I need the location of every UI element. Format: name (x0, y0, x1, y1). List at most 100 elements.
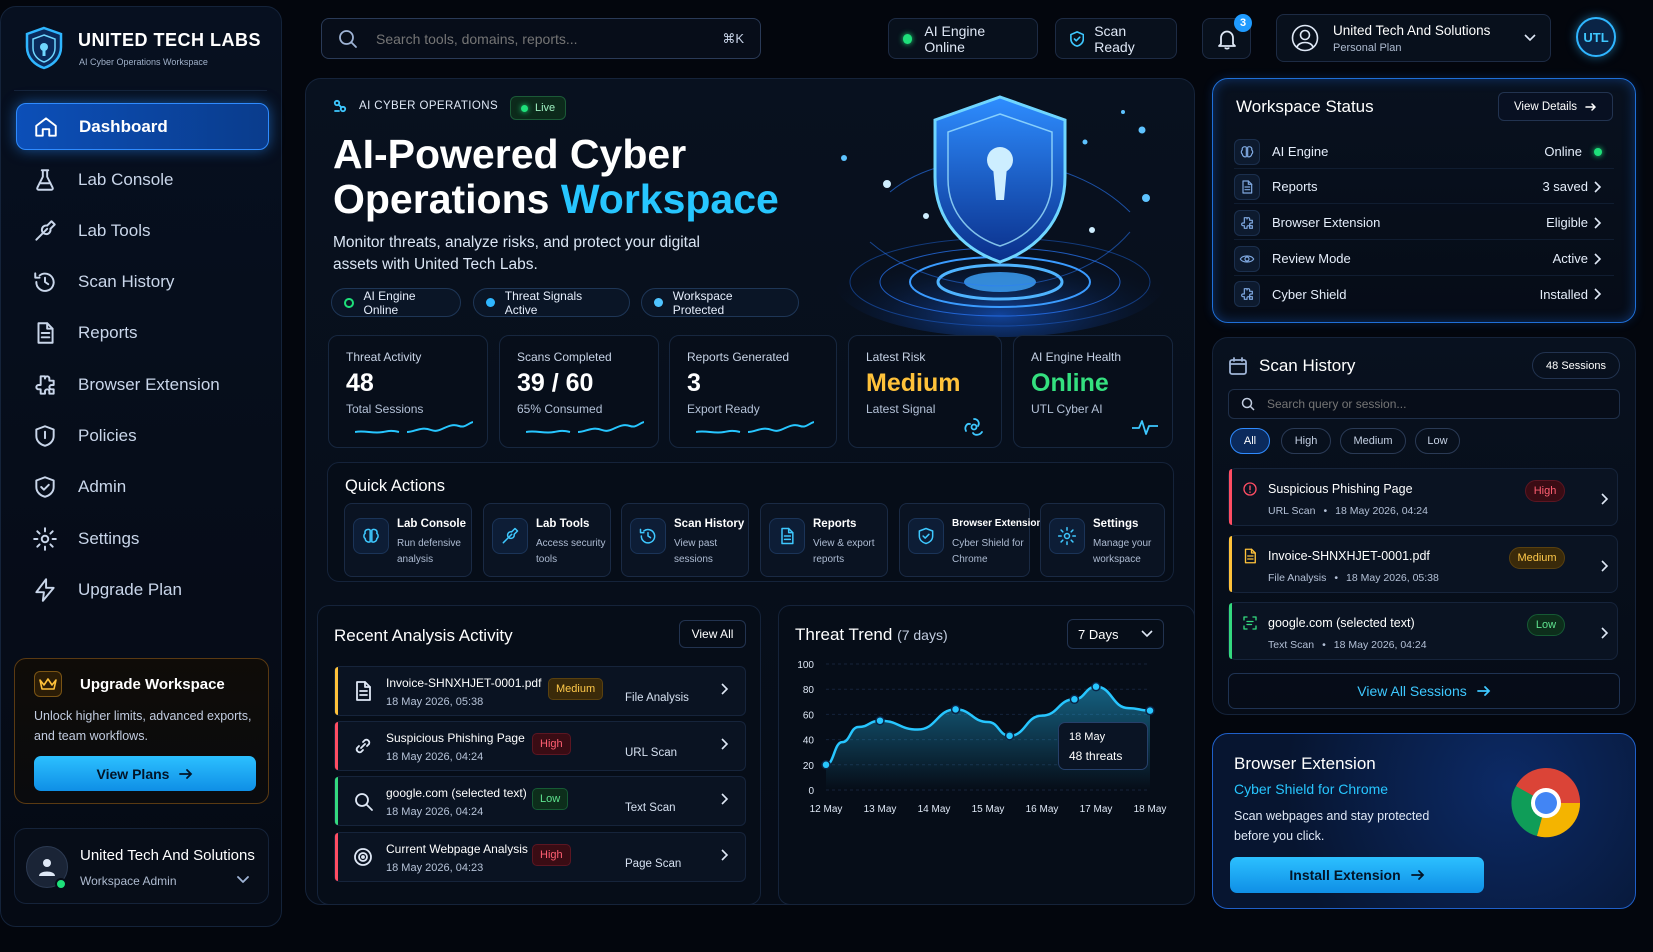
chip-ai-engine[interactable]: AI Engine Online (331, 288, 461, 317)
workspace-row[interactable]: Cyber Shield Installed (1234, 277, 1614, 311)
chevron-right-icon (721, 849, 729, 861)
tooltip-date: 18 May (1069, 731, 1106, 743)
activity-row[interactable]: Suspicious Phishing Page 18 May 2026, 04… (334, 721, 746, 771)
search-box[interactable]: ⌘K (321, 18, 761, 59)
quick-actions-title: Quick Actions (345, 477, 445, 495)
stat-reports-generated[interactable]: Reports Generated 3 Export Ready (669, 335, 837, 448)
scan-ready-status[interactable]: Scan Ready (1055, 18, 1177, 59)
view-details-button[interactable]: View Details (1498, 92, 1613, 121)
quick-action-icon (353, 518, 389, 554)
view-all-button[interactable]: View All (679, 620, 746, 648)
bolt-icon (35, 577, 55, 602)
scan-search-input[interactable] (1267, 397, 1587, 411)
sidebar-item-lab-console[interactable]: Lab Console (16, 156, 269, 203)
sidebar-item-scan-history[interactable]: Scan History (16, 258, 269, 305)
stat-scans-completed[interactable]: Scans Completed 39 / 60 65% Consumed (499, 335, 659, 448)
sidebar-item-policies[interactable]: Policies (16, 412, 269, 459)
sidebar-item-browser-extension[interactable]: Browser Extension (16, 361, 269, 408)
chip-label: Workspace Protected (672, 288, 733, 317)
workspace-row[interactable]: Review Mode Active (1234, 242, 1614, 276)
chip-threat-signals[interactable]: Threat Signals Active (473, 288, 630, 317)
quick-action-lab-tools[interactable]: Lab Tools Access security tools (483, 503, 611, 577)
scan-row[interactable]: google.com (selected text) Text Scan • 18 … (1228, 602, 1618, 660)
sidebar-item-settings[interactable]: Settings (16, 515, 269, 562)
brand-subtitle: AI Cyber Operations Workspace (79, 57, 208, 67)
stat-sub: 65% Consumed (517, 402, 603, 416)
gear-icon (1057, 526, 1077, 546)
hero-title: AI-Powered Cyber Operations Workspace (333, 132, 853, 222)
workspace-row[interactable]: AI Engine Online (1234, 135, 1614, 169)
bolt-icon (32, 577, 58, 603)
recent-activity-title: Recent Analysis Activity (334, 626, 513, 645)
target-icon (354, 848, 372, 866)
filter-low[interactable]: Low (1415, 428, 1460, 454)
filter-all[interactable]: All (1230, 428, 1270, 454)
install-extension-label: Install Extension (1289, 867, 1401, 883)
scan-title: Invoice-SHNXHJET-0001.pdf (1268, 549, 1430, 563)
activity-row[interactable]: google.com (selected text) 18 May 2026, … (334, 776, 746, 826)
filter-high[interactable]: High (1281, 428, 1331, 454)
home-icon (33, 114, 59, 140)
wrench-icon (35, 219, 56, 241)
quick-action-sub: Cyber Shield for Chrome (952, 538, 1024, 565)
account-menu[interactable]: United Tech And Solutions Personal Plan (1276, 14, 1551, 62)
quick-action-browser-extension[interactable]: Browser Extension Cyber Shield for Chrom… (899, 503, 1043, 577)
quick-action-scan-history[interactable]: Scan History View past sessions (621, 503, 749, 577)
tooltip-value: 48 threats (1069, 749, 1123, 763)
quick-action-lab-console[interactable]: Lab Console Run defensive analysis (344, 503, 472, 577)
quick-action-icon (492, 518, 528, 554)
hero-eyebrow: AI CYBER OPERATIONS (333, 99, 498, 113)
data-point (1145, 705, 1155, 716)
scan-row-icon (1241, 614, 1259, 632)
stat-latest-risk[interactable]: Latest Risk Medium Latest Signal (848, 335, 1002, 448)
sparkline (355, 421, 473, 434)
workspace-row[interactable]: Browser Extension Eligible (1234, 206, 1614, 240)
stat-value: 3 (687, 369, 701, 397)
x-tick-label: 16 May (1026, 804, 1059, 815)
chevron-right-icon (721, 793, 729, 805)
gear-icon (33, 526, 57, 551)
quick-action-settings[interactable]: Settings Manage your workspace (1040, 503, 1165, 577)
view-all-sessions-button[interactable]: View All Sessions (1228, 673, 1620, 709)
chip-workspace-protected[interactable]: Workspace Protected (641, 288, 799, 317)
stat-ai-engine-health[interactable]: AI Engine Health Online UTL Cyber AI (1013, 335, 1173, 448)
sidebar-item-upgrade-plan[interactable]: Upgrade Plan (16, 566, 269, 613)
severity-bar (1229, 469, 1232, 525)
wrench-icon (32, 218, 58, 244)
upgrade-title: Upgrade Workspace (80, 676, 225, 693)
scan-row[interactable]: Invoice-SHNXHJET-0001.pdf File Analysis •… (1228, 535, 1618, 593)
ai-engine-status[interactable]: AI Engine Online (888, 18, 1038, 59)
chevron-down-icon[interactable] (237, 876, 249, 884)
sidebar-item-admin[interactable]: Admin (16, 463, 269, 510)
brand-shield-icon (22, 25, 66, 71)
filter-medium[interactable]: Medium (1340, 428, 1406, 454)
search-icon (1241, 397, 1255, 411)
scan-date: 18 May 2026, 04:24 (1333, 639, 1427, 651)
sidebar-item-lab-tools[interactable]: Lab Tools (16, 207, 269, 254)
search-icon (339, 29, 357, 48)
view-plans-button[interactable]: View Plans (34, 756, 256, 791)
data-point (950, 704, 961, 715)
install-extension-button[interactable]: Install Extension (1230, 857, 1484, 893)
stat-threat-activity[interactable]: Threat Activity 48 Total Sessions (328, 335, 488, 448)
workspace-row-label: Reports (1272, 179, 1318, 194)
activity-row[interactable]: Invoice-SHNXHJET-0001.pdf 18 May 2026, 0… (334, 666, 746, 716)
sparkline (526, 421, 644, 434)
search-input[interactable] (376, 30, 696, 47)
scan-row[interactable]: Suspicious Phishing Page URL Scan • 18 May… (1228, 468, 1618, 526)
hero-description: Monitor threats, analyze risks, and prot… (333, 234, 701, 273)
puzzle-icon (1241, 216, 1253, 229)
range-dropdown[interactable]: 7 Days (1067, 619, 1164, 649)
shield-check-icon (1070, 30, 1085, 47)
sidebar-item-reports[interactable]: Reports (16, 309, 269, 356)
sidebar-item-dashboard[interactable]: Dashboard (16, 103, 269, 150)
account-avatar[interactable]: UTL (1576, 17, 1616, 57)
users-icon (39, 859, 55, 876)
sidebar-item-label: Lab Tools (78, 220, 151, 240)
activity-row[interactable]: Current Webpage Analysis 18 May 2026, 04… (334, 832, 746, 882)
scan-search-box[interactable] (1228, 389, 1620, 419)
workspace-row[interactable]: Reports 3 saved (1234, 170, 1614, 204)
quick-action-reports[interactable]: Reports View & export reports (760, 503, 888, 577)
signal-dot (486, 298, 495, 307)
chevron-down-icon (1141, 630, 1153, 638)
